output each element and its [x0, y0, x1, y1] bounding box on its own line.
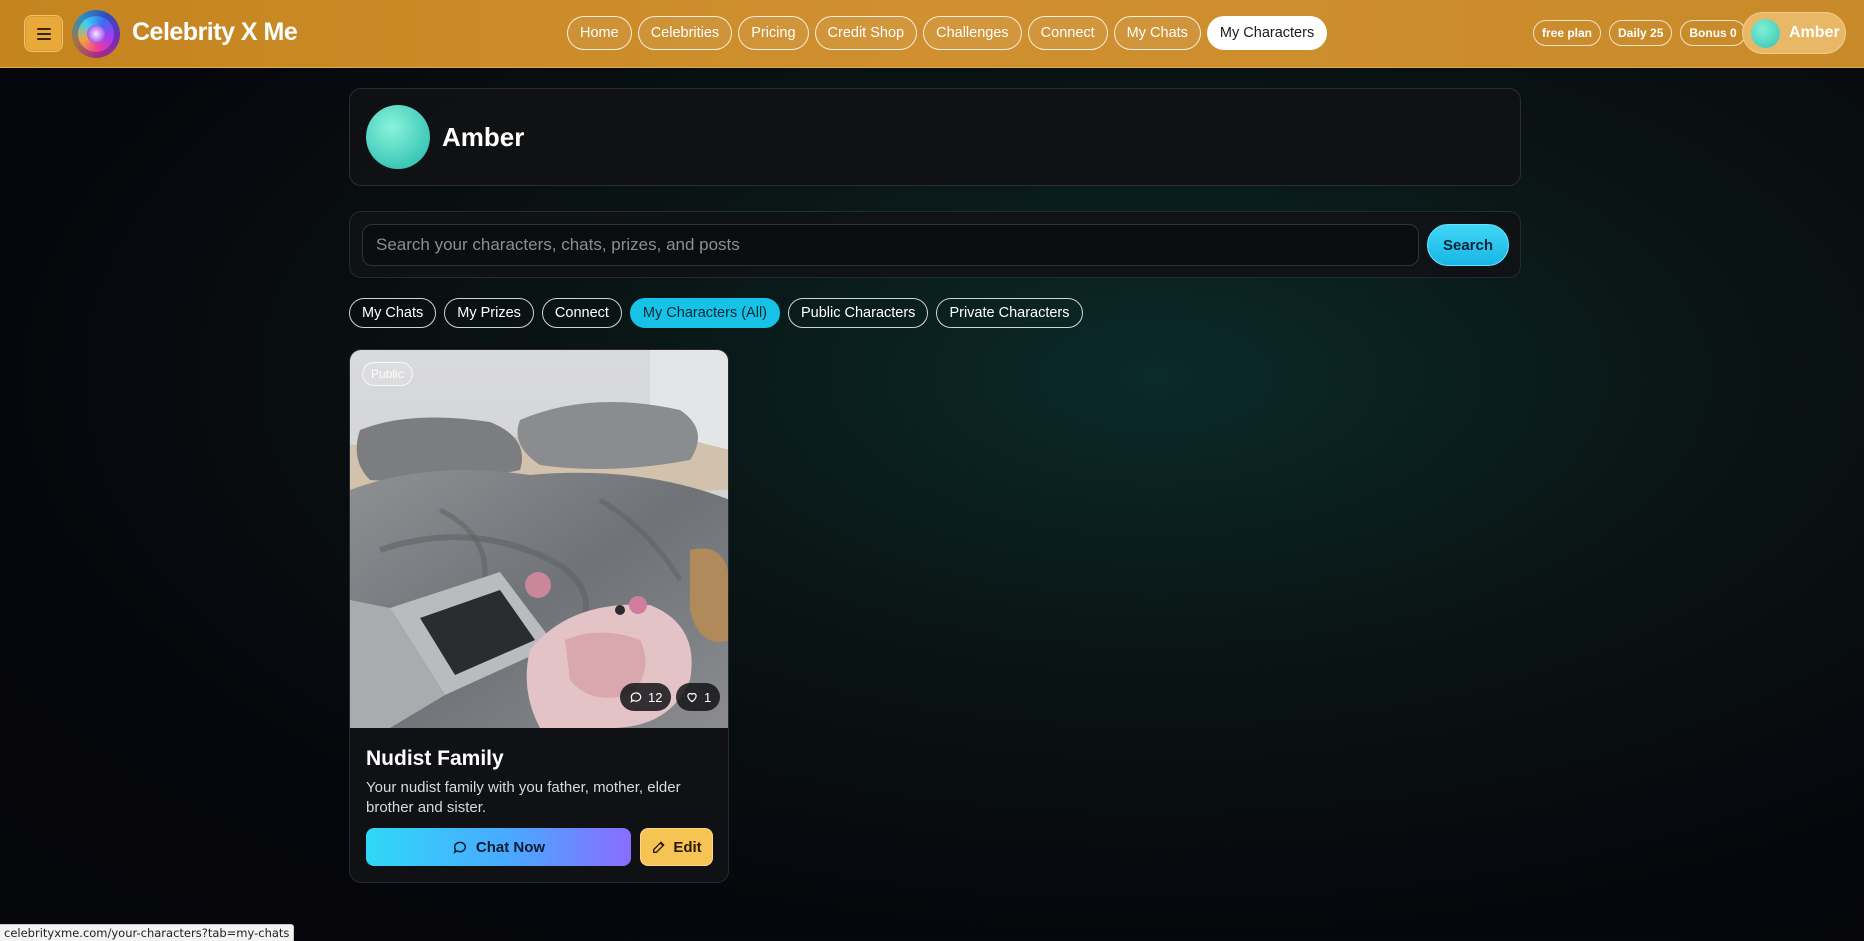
chat-now-button[interactable]: Chat Now — [366, 828, 631, 866]
tab-connect[interactable]: Connect — [541, 298, 622, 328]
edit-label: Edit — [673, 838, 702, 856]
nav-my-chats[interactable]: My Chats — [1113, 16, 1201, 50]
edit-button[interactable]: Edit — [640, 828, 713, 866]
character-image-illustration — [350, 350, 728, 728]
character-image[interactable]: Public 12 1 — [350, 350, 728, 728]
search-button[interactable]: Search — [1427, 224, 1509, 266]
bonus-credits-badge[interactable]: Bonus 0 — [1680, 20, 1746, 46]
avatar — [1751, 18, 1780, 48]
heart-icon — [687, 692, 697, 703]
top-navbar: Celebrity X Me Home Celebrities Pricing … — [0, 0, 1864, 68]
tab-my-chats[interactable]: My Chats — [349, 298, 437, 328]
character-card[interactable]: Public 12 1 Nudist Family Your nudist fa… — [349, 349, 729, 883]
logo-icon[interactable] — [72, 10, 120, 58]
profile-card: Amber — [349, 88, 1521, 186]
brand-name[interactable]: Celebrity X Me — [132, 18, 298, 47]
nav-my-characters[interactable]: My Characters — [1206, 16, 1328, 50]
character-description: Your nudist family with you father, moth… — [366, 779, 681, 816]
like-count[interactable]: 1 — [676, 683, 721, 711]
like-count-value: 1 — [704, 689, 712, 705]
browser-status-url: celebrityxme.com/your-characters?tab=my-… — [0, 924, 295, 941]
nav-credit-shop[interactable]: Credit Shop — [814, 16, 918, 50]
profile-avatar — [366, 105, 430, 169]
search-input[interactable] — [362, 224, 1419, 266]
chat-bubble-icon — [630, 692, 642, 703]
chat-count-value: 12 — [648, 689, 663, 705]
content-tabs: My Chats My Prizes Connect My Characters… — [349, 298, 1083, 328]
user-name: Amber — [1789, 24, 1840, 41]
tab-my-prizes[interactable]: My Prizes — [444, 298, 534, 328]
nav-connect[interactable]: Connect — [1027, 16, 1108, 50]
user-menu-button[interactable]: Amber — [1742, 12, 1846, 54]
edit-icon — [653, 841, 665, 853]
menu-icon — [36, 27, 51, 40]
main-nav: Home Celebrities Pricing Credit Shop Cha… — [567, 16, 1328, 50]
daily-credits-badge[interactable]: Daily 25 — [1609, 20, 1673, 46]
character-title: Nudist Family — [366, 747, 504, 770]
chat-now-label: Chat Now — [475, 838, 546, 856]
nav-pricing[interactable]: Pricing — [738, 16, 809, 50]
nav-home[interactable]: Home — [567, 16, 632, 50]
chat-bubble-icon — [453, 841, 466, 854]
nav-challenges[interactable]: Challenges — [923, 16, 1022, 50]
search-panel: Search — [349, 211, 1521, 278]
tab-private-characters[interactable]: Private Characters — [936, 298, 1083, 328]
menu-button[interactable] — [24, 15, 63, 52]
chat-count: 12 — [620, 683, 672, 711]
plan-badge[interactable]: free plan — [1533, 20, 1602, 46]
visibility-badge: Public — [362, 362, 413, 386]
nav-celebrities[interactable]: Celebrities — [637, 16, 733, 50]
profile-name: Amber — [442, 122, 525, 152]
account-stats: free plan Daily 25 Bonus 0 — [1533, 20, 1746, 46]
tab-public-characters[interactable]: Public Characters — [788, 298, 929, 328]
tab-my-characters-all[interactable]: My Characters (All) — [629, 298, 780, 328]
